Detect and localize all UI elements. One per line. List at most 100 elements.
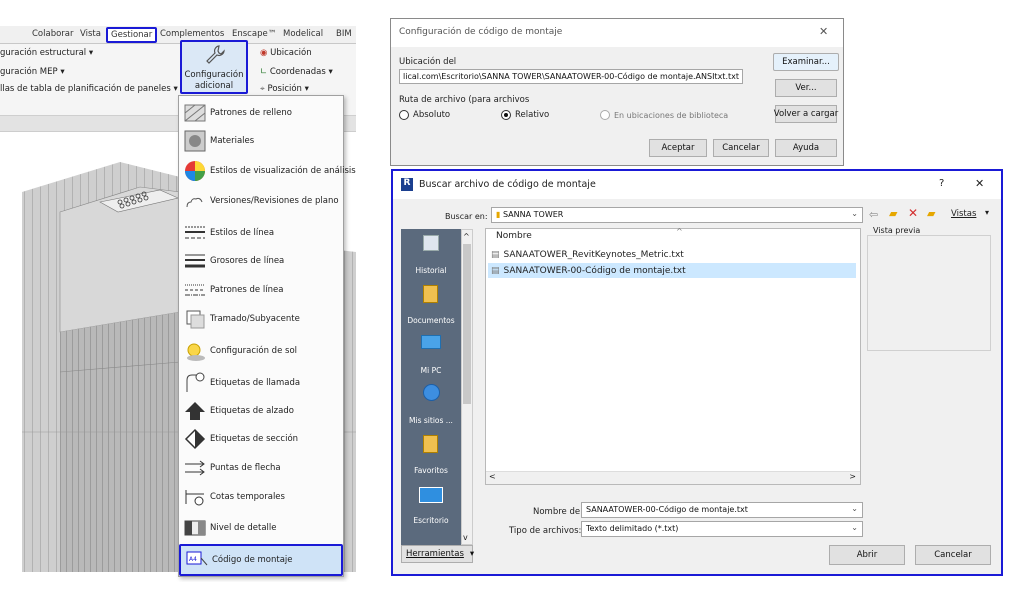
tab-modelical[interactable]: Modelical (283, 29, 323, 39)
radio-absolute[interactable] (399, 110, 409, 120)
structural-settings-item[interactable]: guración estructural ▾ (0, 48, 93, 58)
menu-item-section-tags[interactable]: Etiquetas de sección (179, 424, 343, 454)
back-icon[interactable]: ⇦ (869, 208, 878, 221)
color-wheel-icon (185, 161, 205, 181)
halftone-icon (186, 310, 205, 329)
file-row-selected[interactable]: ▤ SANAATOWER-00-Código de montaje.txt (488, 263, 856, 278)
column-header-name[interactable]: Nombre (496, 231, 532, 241)
file-row[interactable]: ▤ SANAATOWER_RevitKeynotes_Metric.txt (488, 247, 856, 262)
place-my-pc[interactable]: Mi PC (401, 329, 461, 379)
help-button[interactable]: Ayuda (775, 139, 837, 157)
menu-item-elevation-tags[interactable]: Etiquetas de alzado (179, 396, 343, 426)
place-documents[interactable]: Documentos (401, 279, 461, 329)
tab-enscape[interactable]: Enscape™ (232, 29, 276, 39)
position-item[interactable]: ⌖ Posición ▾ (260, 84, 309, 94)
tab-bim[interactable]: BIM (336, 29, 352, 39)
ok-button[interactable]: Aceptar (649, 139, 707, 157)
menu-item-label: Estilos de línea (210, 228, 275, 238)
additional-settings-button[interactable]: Configuración adicional (180, 40, 248, 94)
place-label: Escritorio (413, 516, 449, 525)
keynote-path-field[interactable]: lical.com\Escritorio\SANNA TOWER\SANAATO… (399, 69, 743, 84)
radio-absolute-label: Absoluto (413, 110, 451, 120)
fill-pattern-icon (184, 104, 206, 122)
horizontal-scrollbar[interactable]: < > (486, 471, 860, 484)
menu-item-arrowheads[interactable]: Puntas de flecha (179, 453, 343, 483)
place-history[interactable]: Historial (401, 229, 461, 279)
location-item[interactable]: ◉ Ubicación (260, 48, 312, 58)
places-scrollbar[interactable]: ^ v (461, 229, 473, 545)
delete-icon[interactable]: ✕ (908, 206, 918, 220)
menu-item-analysis-display-styles[interactable]: Estilos de visualización de análisis (179, 156, 356, 186)
mep-settings-item[interactable]: guración MEP ▾ (0, 67, 65, 77)
help-icon[interactable]: ? (939, 178, 944, 189)
radio-relative[interactable] (501, 110, 511, 120)
place-desktop[interactable]: Escritorio (401, 479, 461, 529)
tab-complementos[interactable]: Complementos (160, 29, 224, 39)
menu-item-label: Versiones/Revisiones de plano (210, 196, 339, 206)
menu-item-label: Configuración de sol (210, 346, 298, 356)
menu-item-fill-patterns[interactable]: Patrones de relleno (179, 98, 343, 128)
text-file-icon: ▤ (491, 249, 500, 260)
menu-item-temporary-dimensions[interactable]: Cotas temporales (179, 482, 343, 512)
text-file-icon: ▤ (491, 265, 500, 276)
documents-folder-icon (423, 285, 438, 303)
panel-schedule-item[interactable]: llas de tabla de planificación de panele… (0, 84, 178, 94)
close-icon[interactable]: ✕ (975, 177, 984, 190)
cancel-button[interactable]: Cancelar (713, 139, 769, 157)
view-button[interactable]: Ver... (775, 79, 837, 97)
scroll-right-icon[interactable]: > (849, 472, 856, 481)
menu-item-materials[interactable]: Materiales (179, 126, 343, 156)
place-favorites[interactable]: Favoritos (401, 429, 461, 479)
additional-settings-menu: Patrones de relleno Materiales Estilos d… (178, 95, 356, 577)
tools-button[interactable]: Herramientas ▾ (401, 545, 475, 563)
menu-item-label: Estilos de visualización de análisis (210, 166, 356, 176)
radio-library-label: En ubicaciones de biblioteca (614, 111, 729, 120)
scroll-left-icon[interactable]: < (489, 472, 496, 481)
filename-combo[interactable]: SANAATOWER-00-Código de montaje.txt ⌄ (581, 502, 863, 518)
close-icon[interactable]: ✕ (819, 25, 828, 38)
menu-item-label: Patrones de relleno (210, 108, 292, 118)
tools-dropdown-icon: ▾ (469, 549, 475, 559)
scroll-up-icon[interactable]: ^ (463, 232, 470, 241)
location-label: Ubicación (270, 48, 312, 58)
tab-vista[interactable]: Vista (80, 29, 101, 39)
menu-item-line-patterns[interactable]: Patrones de línea (179, 275, 343, 305)
open-button[interactable]: Abrir (829, 545, 905, 565)
menu-item-label: Puntas de flecha (210, 463, 281, 473)
menu-item-line-weights[interactable]: Grosores de línea (179, 246, 343, 276)
coordinates-item[interactable]: ∟ Coordenadas ▾ (260, 67, 333, 77)
look-in-combo[interactable]: ▮ SANNA TOWER ⌄ (491, 207, 863, 223)
views-dropdown-icon[interactable]: ▾ (985, 208, 989, 217)
cancel-button[interactable]: Cancelar (915, 545, 991, 565)
chevron-down-icon: ⌄ (851, 504, 858, 513)
axes-icon: ∟ (260, 67, 268, 77)
tab-gestionar[interactable]: Gestionar (106, 27, 158, 43)
menu-item-detail-level[interactable]: Nivel de detalle (179, 513, 343, 543)
section-tag-icon (184, 428, 206, 450)
scroll-down-icon[interactable]: v (463, 533, 468, 542)
tab-colaborar[interactable]: Colaborar (32, 29, 74, 39)
scroll-thumb[interactable] (463, 244, 471, 404)
dialog-title: Configuración de código de montaje (399, 27, 563, 37)
sun-icon (187, 343, 205, 361)
browse-file-dialog: R Buscar archivo de código de montaje ? … (391, 169, 1003, 576)
chevron-down-icon: ⌄ (851, 523, 858, 532)
filetype-label: Tipo de archivos: (509, 526, 582, 536)
keynote-location-label: Ubicación del (399, 57, 457, 67)
browse-button[interactable]: Examinar... (773, 53, 839, 71)
menu-item-sheet-revisions[interactable]: Versiones/Revisiones de plano (179, 186, 343, 216)
menu-item-callout-tags[interactable]: Etiquetas de llamada (179, 368, 343, 398)
menu-item-keynoting-settings[interactable]: A4 Código de montaje (179, 544, 343, 576)
menu-item-halftone-underlay[interactable]: Tramado/Subyacente (179, 304, 343, 334)
preview-pane (867, 235, 991, 351)
menu-item-line-styles[interactable]: Estilos de línea (179, 218, 343, 248)
place-my-sites[interactable]: Mis sitios ... (401, 379, 461, 429)
new-folder-icon[interactable]: ▰ (927, 207, 935, 220)
up-folder-icon[interactable]: ▰ (889, 207, 897, 220)
views-menu[interactable]: Vistas (951, 209, 976, 219)
menu-item-sun-settings[interactable]: Configuración de sol (179, 336, 343, 366)
radio-library[interactable] (600, 110, 610, 120)
look-in-value: SANNA TOWER (502, 210, 564, 219)
filetype-combo[interactable]: Texto delimitado (*.txt) ⌄ (581, 521, 863, 537)
reload-button[interactable]: Volver a cargar (774, 105, 838, 123)
